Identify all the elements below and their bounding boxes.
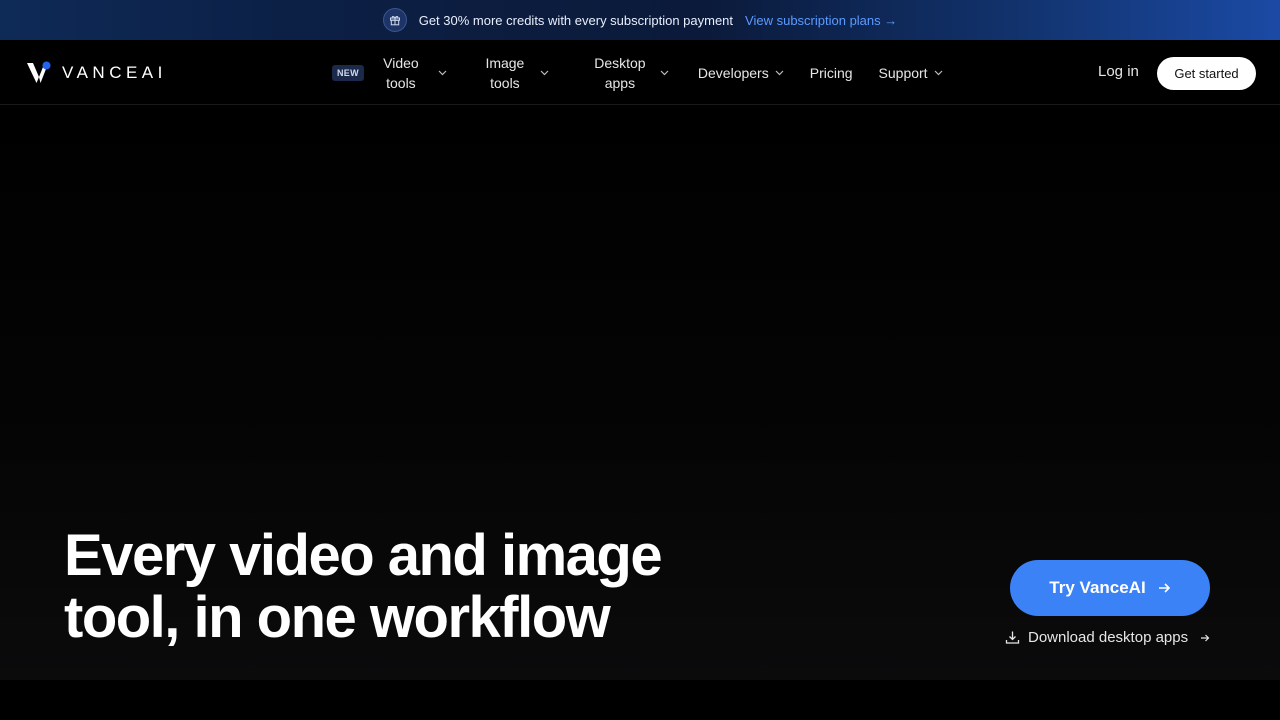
try-vanceai-label: Try VanceAI bbox=[1049, 578, 1146, 597]
nav-video-tools-label: Video tools bbox=[383, 55, 419, 91]
page-bottom bbox=[0, 680, 1280, 720]
nav-image-tools-label: Image tools bbox=[485, 55, 525, 91]
nav-pricing-label: Pricing bbox=[809, 65, 853, 81]
promo-text: Get 30% more credits with every subscrip… bbox=[418, 12, 734, 28]
view-subscription-plans-link[interactable]: View subscription plans → bbox=[745, 13, 897, 28]
try-vanceai-button[interactable]: Try VanceAI bbox=[1010, 560, 1210, 616]
main-menu: NEW Video tools Image tools Desktop apps… bbox=[332, 41, 943, 105]
promo-banner: Get 30% more credits with every subscrip… bbox=[0, 0, 1280, 40]
download-desktop-apps-link[interactable]: Download desktop apps bbox=[1005, 629, 1210, 646]
download-desktop-apps-label: Download desktop apps bbox=[1028, 629, 1189, 646]
nav-desktop-apps[interactable]: Desktop apps bbox=[588, 53, 684, 93]
arrow-right-icon bbox=[1200, 633, 1210, 643]
nav-image-tools[interactable]: Image tools bbox=[478, 53, 568, 93]
nav-developers[interactable]: Developers bbox=[698, 63, 784, 83]
nav-desktop-apps-label: Desktop apps bbox=[594, 55, 646, 91]
vanceai-logo-mark bbox=[27, 61, 51, 83]
nav-video-tools[interactable]: Video tools bbox=[372, 53, 458, 93]
hero-section: Every video and image tool, in one workf… bbox=[0, 105, 1280, 680]
arrow-right-icon bbox=[1158, 582, 1171, 594]
login-link[interactable]: Log in bbox=[1098, 63, 1139, 80]
top-navigation: VANCEAI NEW Video tools Image tools Desk… bbox=[0, 41, 1280, 105]
brand-name: VANCEAI bbox=[62, 63, 167, 82]
hero-title: Every video and image tool, in one workf… bbox=[64, 523, 663, 650]
chevron-down-icon bbox=[438, 70, 447, 76]
nav-support[interactable]: Support bbox=[879, 63, 943, 83]
vanceai-logo[interactable]: VANCEAI bbox=[26, 61, 167, 85]
gift-icon bbox=[382, 8, 407, 32]
download-icon bbox=[1005, 630, 1020, 645]
new-badge: NEW bbox=[332, 65, 364, 81]
chevron-down-icon bbox=[540, 70, 549, 76]
get-started-button[interactable]: Get started bbox=[1157, 57, 1256, 90]
chevron-down-icon bbox=[934, 70, 943, 76]
nav-developers-label: Developers bbox=[697, 65, 769, 81]
nav-support-label: Support bbox=[878, 65, 928, 81]
nav-pricing[interactable]: Pricing bbox=[810, 63, 853, 83]
chevron-down-icon bbox=[660, 70, 669, 76]
chevron-down-icon bbox=[775, 70, 784, 76]
